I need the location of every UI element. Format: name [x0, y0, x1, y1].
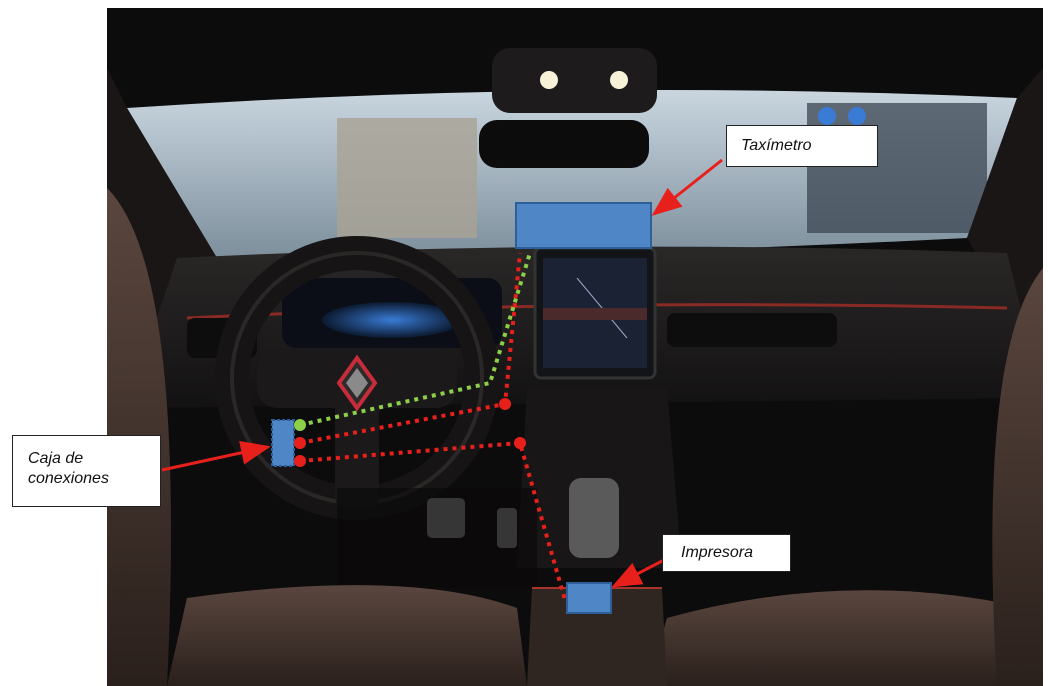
- garage-panel: [337, 118, 477, 238]
- driver-seat-cushion: [167, 585, 527, 686]
- gear-shifter: [569, 478, 619, 558]
- label-caja-line1: Caja de: [28, 450, 84, 467]
- label-taximetro: Taxímetro: [726, 125, 878, 167]
- footwell: [337, 488, 537, 588]
- overhead-console: [492, 48, 657, 113]
- garage-light-1: [818, 107, 836, 125]
- garage-shelf: [807, 103, 987, 233]
- car-interior-photo: [107, 8, 1043, 686]
- label-impresora: Impresora: [662, 534, 791, 572]
- label-caja-conexiones: Caja de conexiones: [12, 435, 161, 507]
- right-vent: [667, 313, 837, 347]
- armrest: [527, 588, 667, 686]
- label-caja-line2: conexiones: [28, 470, 109, 487]
- garage-light-2: [848, 107, 866, 125]
- rear-view-mirror: [479, 120, 649, 168]
